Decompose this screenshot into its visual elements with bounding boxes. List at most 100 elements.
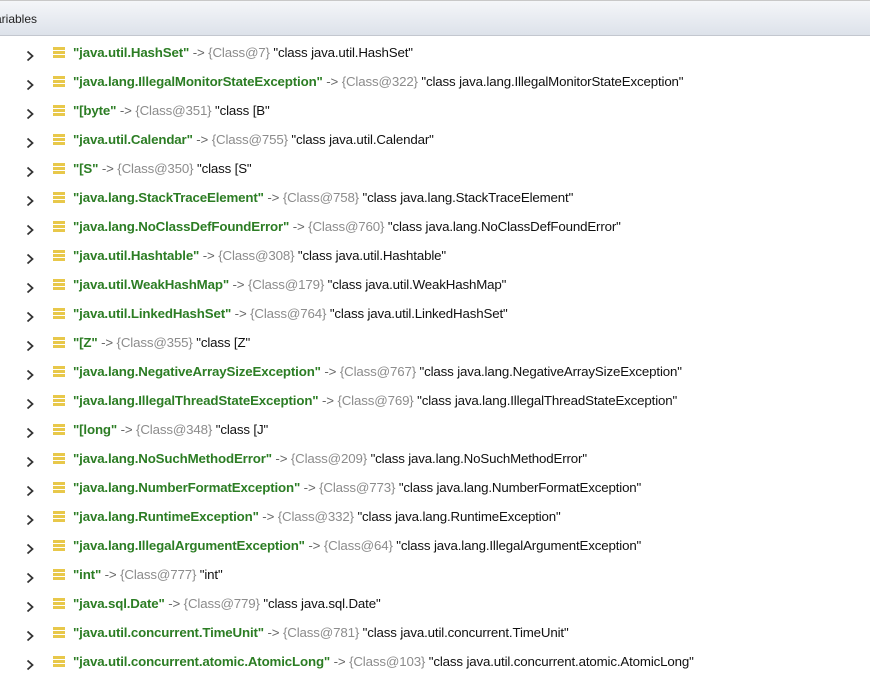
- chevron-right-icon[interactable]: [24, 340, 36, 352]
- entry-text: "[S" -> {Class@350} "class [S": [73, 160, 252, 178]
- entry-text: "java.lang.NoClassDefFoundError" -> {Cla…: [73, 218, 621, 236]
- tree-row[interactable]: "java.util.Calendar" -> {Class@755} "cla…: [0, 130, 870, 159]
- entry-key: "[long": [73, 422, 118, 437]
- entry-text: "java.lang.IllegalArgumentException" -> …: [73, 537, 641, 555]
- chevron-right-icon[interactable]: [24, 369, 36, 381]
- chevron-right-icon[interactable]: [24, 137, 36, 149]
- entry-ref: {Class@773}: [319, 480, 396, 495]
- chevron-right-icon[interactable]: [24, 514, 36, 526]
- entry-text: "java.lang.NoSuchMethodError" -> {Class@…: [73, 450, 587, 468]
- entry-arrow: ->: [320, 364, 340, 379]
- entry-text: "java.lang.RuntimeException" -> {Class@3…: [73, 508, 561, 526]
- tree-row[interactable]: "java.util.concurrent.atomic.AtomicLong"…: [0, 652, 870, 681]
- chevron-right-icon[interactable]: [24, 630, 36, 642]
- tree-row[interactable]: "java.util.Hashtable" -> {Class@308} "cl…: [0, 246, 870, 275]
- entry-arrow: ->: [192, 132, 212, 147]
- chevron-right-icon[interactable]: [24, 79, 36, 91]
- map-entry-icon: [53, 395, 65, 406]
- entry-ref: {Class@308}: [218, 248, 295, 263]
- tree-row[interactable]: "java.lang.NegativeArraySizeException" -…: [0, 362, 870, 391]
- chevron-right-icon[interactable]: [24, 311, 36, 323]
- entry-text: "java.util.concurrent.atomic.AtomicLong"…: [73, 653, 694, 671]
- entry-text: "int" -> {Class@777} "int": [73, 566, 223, 584]
- entry-value: "class java.util.concurrent.atomic.Atomi…: [425, 654, 694, 669]
- tree-row[interactable]: "[S" -> {Class@350} "class [S": [0, 159, 870, 188]
- entry-key: "java.util.WeakHashMap": [73, 277, 229, 292]
- entry-text: "java.lang.IllegalMonitorStateException"…: [73, 73, 684, 91]
- tree-row[interactable]: "int" -> {Class@777} "int": [0, 565, 870, 594]
- chevron-right-icon[interactable]: [24, 659, 36, 671]
- entry-text: "java.lang.StackTraceElement" -> {Class@…: [73, 189, 573, 207]
- chevron-right-icon[interactable]: [24, 572, 36, 584]
- tree-row[interactable]: "java.lang.RuntimeException" -> {Class@3…: [0, 507, 870, 536]
- tree-row[interactable]: "java.util.concurrent.TimeUnit" -> {Clas…: [0, 623, 870, 652]
- entry-text: "java.lang.IllegalThreadStateException" …: [73, 392, 677, 410]
- tree-row[interactable]: "[long" -> {Class@348} "class [J": [0, 420, 870, 449]
- entry-key: "java.util.Hashtable": [73, 248, 200, 263]
- map-entry-icon: [53, 569, 65, 580]
- chevron-right-icon[interactable]: [24, 282, 36, 294]
- tree-row[interactable]: "java.lang.NumberFormatException" -> {Cl…: [0, 478, 870, 507]
- chevron-right-icon[interactable]: [24, 195, 36, 207]
- entry-key: "java.util.Calendar": [73, 132, 193, 147]
- tree-row[interactable]: "[byte" -> {Class@351} "class [B": [0, 101, 870, 130]
- chevron-right-icon[interactable]: [24, 601, 36, 613]
- entry-arrow: ->: [318, 393, 338, 408]
- tree-row[interactable]: "java.lang.IllegalThreadStateException" …: [0, 391, 870, 420]
- entry-key: "java.lang.NoSuchMethodError": [73, 451, 272, 466]
- tree-row[interactable]: "java.lang.NoClassDefFoundError" -> {Cla…: [0, 217, 870, 246]
- chevron-right-icon[interactable]: [24, 456, 36, 468]
- chevron-right-icon[interactable]: [24, 485, 36, 497]
- tree-row[interactable]: "java.lang.IllegalMonitorStateException"…: [0, 72, 870, 101]
- panel-header: ariables: [0, 0, 870, 36]
- chevron-right-icon[interactable]: [24, 398, 36, 410]
- chevron-right-icon[interactable]: [24, 166, 36, 178]
- entry-arrow: ->: [117, 422, 137, 437]
- entry-ref: {Class@764}: [250, 306, 327, 321]
- tree-row[interactable]: "[Z" -> {Class@355} "class [Z": [0, 333, 870, 362]
- tree-row[interactable]: "java.util.LinkedHashSet" -> {Class@764}…: [0, 304, 870, 333]
- chevron-right-icon[interactable]: [24, 543, 36, 555]
- entry-ref: {Class@332}: [277, 509, 354, 524]
- panel-title: ariables: [0, 12, 38, 26]
- map-entry-icon: [53, 279, 65, 290]
- tree-row[interactable]: "java.lang.StackTraceElement" -> {Class@…: [0, 188, 870, 217]
- entry-text: "java.lang.NegativeArraySizeException" -…: [73, 363, 682, 381]
- entry-value: "class [Z": [192, 335, 251, 350]
- entry-value: "class java.lang.NegativeArraySizeExcept…: [416, 364, 682, 379]
- entry-ref: {Class@103}: [349, 654, 426, 669]
- tree-row[interactable]: "java.lang.IllegalArgumentException" -> …: [0, 536, 870, 565]
- entry-key: "[byte": [73, 103, 117, 118]
- entry-text: "java.util.LinkedHashSet" -> {Class@764}…: [73, 305, 508, 323]
- entry-key: "[Z": [73, 335, 98, 350]
- map-entry-icon: [53, 250, 65, 261]
- chevron-right-icon[interactable]: [24, 253, 36, 265]
- map-entry-icon: [53, 598, 65, 609]
- tree-row[interactable]: "java.lang.NoSuchMethodError" -> {Class@…: [0, 449, 870, 478]
- entry-key: "java.lang.RuntimeException": [73, 509, 259, 524]
- chevron-right-icon[interactable]: [24, 108, 36, 120]
- chevron-right-icon[interactable]: [24, 50, 36, 62]
- map-entry-icon: [53, 221, 65, 232]
- entry-value: "class java.util.concurrent.TimeUnit": [359, 625, 569, 640]
- entry-ref: {Class@350}: [117, 161, 194, 176]
- entry-text: "java.util.HashSet" -> {Class@7} "class …: [73, 44, 413, 62]
- entry-key: "java.lang.NegativeArraySizeException": [73, 364, 321, 379]
- entry-text: "java.util.concurrent.TimeUnit" -> {Clas…: [73, 624, 569, 642]
- entry-text: "java.util.Calendar" -> {Class@755} "cla…: [73, 131, 434, 149]
- tree-row[interactable]: "java.util.WeakHashMap" -> {Class@179} "…: [0, 275, 870, 304]
- tree-row[interactable]: "java.util.HashSet" -> {Class@7} "class …: [0, 43, 870, 72]
- chevron-right-icon[interactable]: [24, 427, 36, 439]
- entry-arrow: ->: [228, 277, 248, 292]
- entry-value: "class java.lang.NoClassDefFoundError": [384, 219, 621, 234]
- entry-value: "class java.lang.RuntimeException": [353, 509, 561, 524]
- entry-value: "class java.lang.IllegalArgumentExceptio…: [392, 538, 642, 553]
- map-entry-icon: [53, 511, 65, 522]
- entry-ref: {Class@781}: [282, 625, 360, 640]
- entry-text: "java.lang.NumberFormatException" -> {Cl…: [73, 479, 641, 497]
- tree-row[interactable]: "java.sql.Date" -> {Class@779} "class ja…: [0, 594, 870, 623]
- entry-text: "java.util.WeakHashMap" -> {Class@179} "…: [73, 276, 506, 294]
- chevron-right-icon[interactable]: [24, 224, 36, 236]
- entry-ref: {Class@322}: [341, 74, 418, 89]
- entry-key: "java.util.LinkedHashSet": [73, 306, 232, 321]
